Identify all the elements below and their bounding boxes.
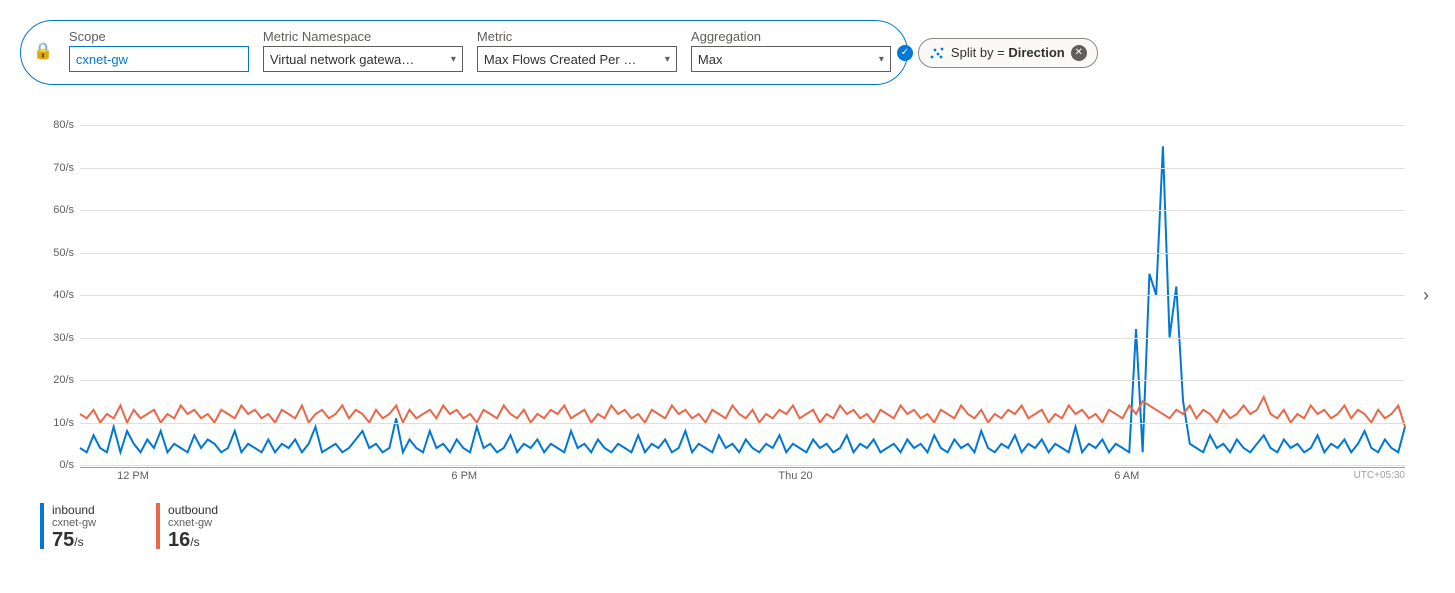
metric-value: Max Flows Created Per … — [484, 52, 636, 67]
y-tick-label: 20/s — [40, 374, 74, 386]
legend-direction: outbound — [168, 503, 218, 517]
legend-value: 75/s — [52, 529, 96, 552]
gridline — [80, 465, 1405, 466]
gridline — [80, 338, 1405, 339]
y-tick-label: 60/s — [40, 204, 74, 216]
namespace-dropdown[interactable]: Virtual network gatewa… ▾ — [263, 46, 463, 72]
metric-toolbar: 🔒 Scope Metric Namespace Virtual network… — [20, 20, 1435, 85]
check-icon: ✓ — [897, 45, 913, 61]
scope-input[interactable] — [69, 46, 249, 72]
legend-item-outbound[interactable]: outboundcxnet-gw16/s — [156, 503, 218, 552]
gridline — [80, 380, 1405, 381]
legend-resource: cxnet-gw — [52, 517, 96, 529]
y-tick-label: 40/s — [40, 289, 74, 301]
legend-value: 16/s — [168, 529, 218, 552]
namespace-group: Metric Namespace Virtual network gatewa…… — [263, 29, 463, 72]
legend-swatch — [40, 503, 44, 549]
namespace-label: Metric Namespace — [263, 29, 463, 44]
gridline — [80, 423, 1405, 424]
scatter-icon — [929, 45, 945, 61]
chevron-down-icon: ▾ — [451, 54, 456, 65]
x-axis: 12 PM 6 PM Thu 20 6 AM UTC+05:30 — [80, 467, 1405, 485]
legend-swatch — [156, 503, 160, 549]
metric-label: Metric — [477, 29, 677, 44]
chevron-down-icon: ▾ — [879, 54, 884, 65]
split-by-pill[interactable]: Split by = Direction ✕ — [918, 38, 1098, 68]
plot-surface: 0/s10/s20/s30/s40/s50/s60/s70/s80/s — [80, 125, 1405, 465]
gridline — [80, 125, 1405, 126]
y-tick-label: 50/s — [40, 247, 74, 259]
namespace-value: Virtual network gatewa… — [270, 52, 414, 67]
timezone-label: UTC+05:30 — [1354, 470, 1405, 481]
aggregation-value: Max — [698, 52, 723, 67]
split-by-text: Split by = Direction — [951, 45, 1065, 60]
chart-area: 0/s10/s20/s30/s40/s50/s60/s70/s80/s 12 P… — [20, 125, 1435, 485]
scope-group: Scope — [69, 29, 249, 72]
y-tick-label: 30/s — [40, 332, 74, 344]
metric-selector-pill: 🔒 Scope Metric Namespace Virtual network… — [20, 20, 908, 85]
x-tick-label: 6 AM — [1114, 470, 1139, 482]
metric-dropdown[interactable]: Max Flows Created Per … ▾ — [477, 46, 677, 72]
metric-group: Metric Max Flows Created Per … ▾ — [477, 29, 677, 72]
aggregation-group: Aggregation Max ▾ — [691, 29, 891, 72]
legend: inboundcxnet-gw75/soutboundcxnet-gw16/s — [40, 503, 1435, 552]
lock-icon: 🔒 — [33, 41, 53, 61]
close-icon[interactable]: ✕ — [1071, 45, 1087, 61]
legend-direction: inbound — [52, 503, 96, 517]
aggregation-dropdown[interactable]: Max ▾ — [691, 46, 891, 72]
x-tick-label: 6 PM — [451, 470, 477, 482]
aggregation-label: Aggregation — [691, 29, 891, 44]
expand-icon[interactable]: › — [1423, 285, 1429, 306]
legend-resource: cxnet-gw — [168, 517, 218, 529]
gridline — [80, 210, 1405, 211]
gridline — [80, 168, 1405, 169]
scope-label: Scope — [69, 29, 249, 44]
gridline — [80, 295, 1405, 296]
x-tick-label: Thu 20 — [778, 470, 812, 482]
y-tick-label: 0/s — [40, 459, 74, 471]
chevron-down-icon: ▾ — [665, 54, 670, 65]
legend-item-inbound[interactable]: inboundcxnet-gw75/s — [40, 503, 96, 552]
x-tick-label: 12 PM — [117, 470, 149, 482]
y-tick-label: 70/s — [40, 162, 74, 174]
chart-container: 0/s10/s20/s30/s40/s50/s60/s70/s80/s 12 P… — [20, 125, 1435, 485]
series-line-inbound — [80, 146, 1405, 452]
gridline — [80, 253, 1405, 254]
y-tick-label: 10/s — [40, 417, 74, 429]
y-tick-label: 80/s — [40, 119, 74, 131]
